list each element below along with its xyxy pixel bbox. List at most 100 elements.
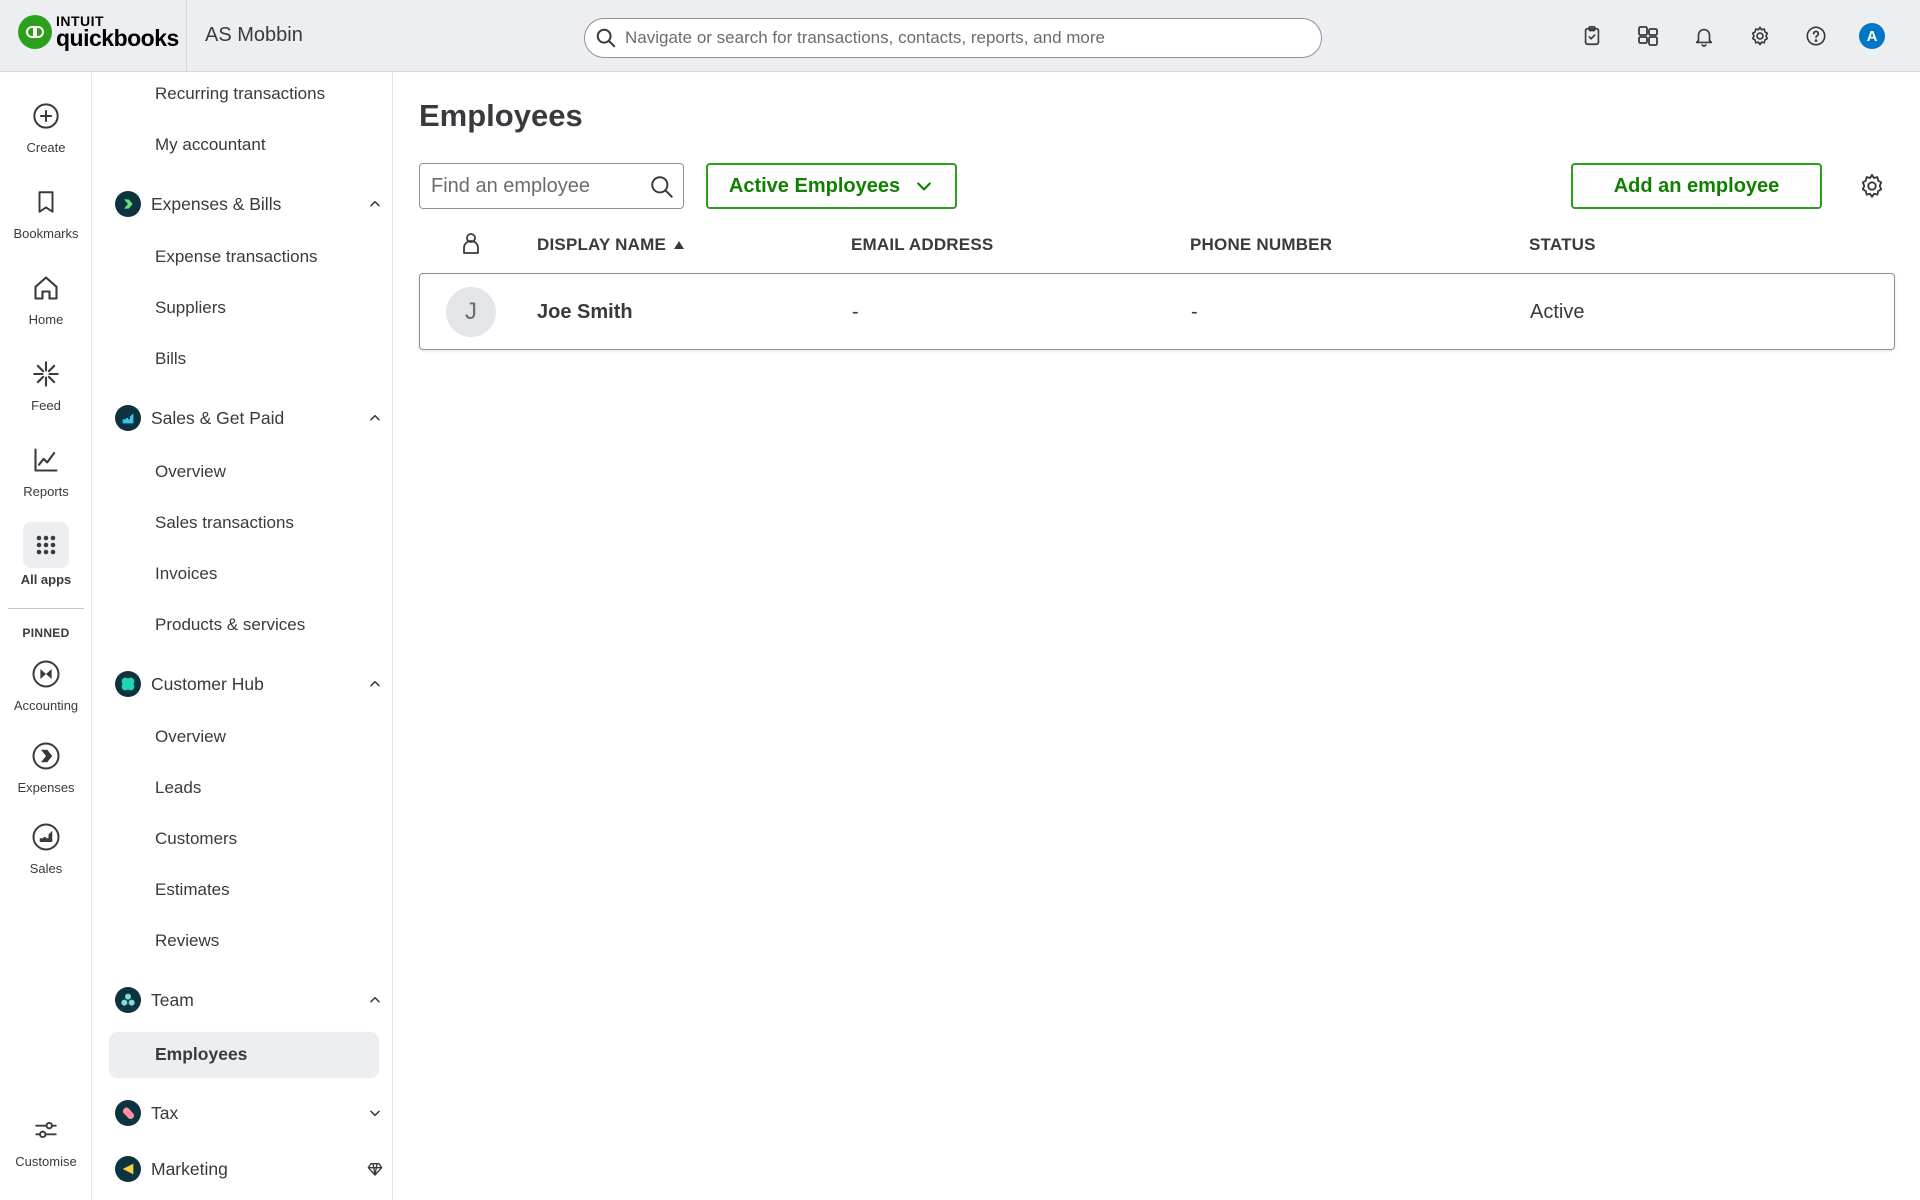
nav-item-recurring-transactions[interactable]: Recurring transactions bbox=[155, 84, 325, 104]
table-settings-gear-icon[interactable] bbox=[1856, 170, 1888, 202]
nav-section-label: Expenses & Bills bbox=[151, 193, 282, 214]
nav-item-invoices[interactable]: Invoices bbox=[155, 564, 217, 584]
nav-section-expenses-bills[interactable]: Expenses & Bills bbox=[115, 189, 385, 219]
team-icon bbox=[115, 987, 141, 1013]
employee-avatar: J bbox=[446, 287, 496, 337]
rail-all-apps[interactable]: All apps bbox=[0, 522, 92, 587]
rail-all-apps-label: All apps bbox=[20, 572, 72, 587]
rail-reports-label: Reports bbox=[23, 484, 69, 499]
plus-circle-icon bbox=[26, 96, 66, 136]
nav-section-label: Tax bbox=[151, 1102, 179, 1123]
column-status[interactable]: STATUS bbox=[1529, 235, 1596, 255]
filter-label: Active Employees bbox=[728, 174, 901, 197]
bell-icon[interactable] bbox=[1676, 20, 1732, 52]
nav-item-my-accountant[interactable]: My accountant bbox=[155, 135, 266, 155]
nav-item-customers[interactable]: Customers bbox=[155, 829, 237, 849]
employee-search-input[interactable] bbox=[431, 174, 641, 198]
chevron-up-icon[interactable] bbox=[365, 194, 385, 214]
chevron-down-icon bbox=[914, 176, 934, 196]
company-name[interactable]: AS Mobbin bbox=[205, 24, 303, 47]
clipboard-check-icon[interactable] bbox=[1564, 20, 1620, 52]
top-bar: INTUIT quickbooks AS Mobbin A bbox=[0, 0, 1920, 72]
left-rail: Create Bookmarks Home Feed Reports All a… bbox=[0, 72, 92, 1200]
column-phone-number[interactable]: PHONE NUMBER bbox=[1190, 235, 1332, 255]
line-chart-icon bbox=[26, 440, 66, 480]
employee-name[interactable]: Joe Smith bbox=[537, 301, 633, 324]
rail-feed-label: Feed bbox=[31, 398, 61, 413]
nav-item-expense-transactions[interactable]: Expense transactions bbox=[155, 247, 318, 267]
rail-create[interactable]: Create bbox=[0, 96, 92, 155]
sidebar-nav: Recurring transactions My accountant Exp… bbox=[93, 72, 393, 1200]
nav-item-customer-overview[interactable]: Overview bbox=[155, 727, 226, 747]
column-display-name-label: DISPLAY NAME bbox=[537, 235, 666, 254]
rail-sales-label: Sales bbox=[29, 861, 63, 876]
grid-dots-icon bbox=[23, 522, 69, 568]
chevron-up-icon[interactable] bbox=[365, 990, 385, 1010]
nav-item-suppliers[interactable]: Suppliers bbox=[155, 298, 226, 318]
chevron-up-icon[interactable] bbox=[365, 674, 385, 694]
rail-feed[interactable]: Feed bbox=[0, 354, 92, 413]
add-employee-button[interactable]: Add an employee bbox=[1571, 163, 1822, 209]
qb-logo-icon bbox=[18, 15, 52, 49]
nav-section-label: Marketing bbox=[151, 1158, 228, 1179]
bookmark-icon bbox=[26, 182, 66, 222]
nav-item-sales-transactions[interactable]: Sales transactions bbox=[155, 513, 294, 533]
employee-status: Active bbox=[1530, 301, 1585, 323]
nav-section-sales-get-paid[interactable]: Sales & Get Paid bbox=[115, 403, 385, 433]
employee-search[interactable] bbox=[419, 163, 684, 209]
employee-status-filter[interactable]: Active Employees bbox=[706, 163, 957, 209]
chevron-down-icon[interactable] bbox=[365, 1103, 385, 1123]
sales-icon bbox=[26, 817, 66, 857]
user-avatar[interactable]: A bbox=[1844, 20, 1900, 52]
gear-icon[interactable] bbox=[1732, 20, 1788, 52]
chevron-up-icon[interactable] bbox=[365, 408, 385, 428]
accounting-icon bbox=[26, 654, 66, 694]
nav-section-customer-hub[interactable]: Customer Hub bbox=[115, 669, 385, 699]
rail-divider bbox=[8, 608, 84, 609]
page-title: Employees bbox=[419, 98, 583, 133]
nav-item-employees[interactable]: Employees bbox=[155, 1044, 247, 1065]
nav-item-sales-overview[interactable]: Overview bbox=[155, 462, 226, 482]
rail-create-label: Create bbox=[26, 140, 66, 155]
person-icon bbox=[461, 232, 481, 254]
rail-reports[interactable]: Reports bbox=[0, 440, 92, 499]
sparkle-icon bbox=[26, 354, 66, 394]
rail-expenses-label: Expenses bbox=[17, 780, 75, 795]
nav-item-reviews[interactable]: Reviews bbox=[155, 931, 219, 951]
brand-bottom: quickbooks bbox=[56, 25, 179, 51]
nav-section-label: Customer Hub bbox=[151, 673, 264, 694]
expenses-bills-icon bbox=[115, 191, 141, 217]
global-search-input[interactable] bbox=[625, 28, 1265, 48]
column-display-name[interactable]: DISPLAY NAME bbox=[537, 235, 685, 255]
employee-email: - bbox=[852, 301, 859, 323]
employee-phone: - bbox=[1191, 301, 1198, 323]
rail-customise-label: Customise bbox=[15, 1154, 77, 1169]
nav-item-bills[interactable]: Bills bbox=[155, 349, 186, 369]
rail-accounting[interactable]: Accounting bbox=[0, 654, 92, 713]
search-icon bbox=[595, 27, 617, 49]
expenses-icon bbox=[26, 736, 66, 776]
apps-switch-icon[interactable] bbox=[1620, 20, 1676, 52]
main-content: Employees Active Employees Add an employ… bbox=[394, 72, 1920, 1200]
nav-section-tax[interactable]: Tax bbox=[115, 1098, 385, 1128]
rail-customise[interactable]: Customise bbox=[0, 1110, 92, 1169]
nav-item-leads[interactable]: Leads bbox=[155, 778, 201, 798]
rail-sales[interactable]: Sales bbox=[0, 817, 92, 876]
table-row[interactable]: J Joe Smith - - Active bbox=[419, 273, 1895, 350]
search-icon[interactable] bbox=[649, 174, 675, 200]
quickbooks-logo[interactable]: INTUIT quickbooks bbox=[18, 14, 179, 50]
help-icon[interactable] bbox=[1788, 20, 1844, 52]
nav-item-estimates[interactable]: Estimates bbox=[155, 880, 230, 900]
rail-home[interactable]: Home bbox=[0, 268, 92, 327]
rail-bookmarks[interactable]: Bookmarks bbox=[0, 182, 92, 241]
nav-section-marketing[interactable]: Marketing bbox=[115, 1154, 385, 1184]
marketing-icon bbox=[115, 1156, 141, 1182]
rail-expenses[interactable]: Expenses bbox=[0, 736, 92, 795]
pinned-heading: PINNED bbox=[22, 626, 70, 640]
global-search[interactable] bbox=[584, 18, 1322, 58]
nav-item-products-services[interactable]: Products & services bbox=[155, 615, 305, 635]
nav-section-team[interactable]: Team bbox=[115, 985, 385, 1015]
column-email-address[interactable]: EMAIL ADDRESS bbox=[851, 235, 993, 255]
customer-hub-icon bbox=[115, 671, 141, 697]
tax-icon bbox=[115, 1100, 141, 1126]
